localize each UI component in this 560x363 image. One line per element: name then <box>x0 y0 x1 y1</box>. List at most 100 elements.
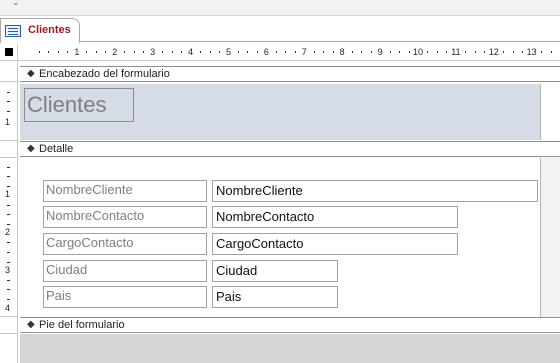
ruler-tick <box>7 252 10 253</box>
ruler-tick <box>399 51 401 53</box>
ruler-tick <box>209 51 211 53</box>
ruler-tick <box>522 51 524 53</box>
vertical-ruler[interactable]: 1 1 2 3 4 <box>0 61 18 363</box>
ruler-section-divider <box>0 316 18 317</box>
form-selector-button[interactable] <box>0 44 18 61</box>
ruler-number: 1 <box>5 189 11 199</box>
ruler-tick <box>512 51 514 53</box>
ruler-tick <box>105 51 107 53</box>
ruler-tick <box>162 51 164 53</box>
ruler-tick <box>39 51 40 53</box>
ruler-number: 12 <box>488 47 499 57</box>
ruler-tick <box>7 176 10 177</box>
ruler-number: 10 <box>412 47 424 57</box>
ruler-section-divider <box>0 140 18 141</box>
ruler-tick <box>294 51 296 53</box>
ruler-tick <box>181 51 183 53</box>
textbox-cargocontacto[interactable]: CargoContacto <box>212 233 458 255</box>
ruler-tick <box>408 51 410 53</box>
ruler-number: 6 <box>263 47 269 57</box>
ruler-tick <box>7 205 10 206</box>
ruler-tick <box>7 242 10 243</box>
ruler-number: 3 <box>150 47 156 57</box>
ruler-number: 13 <box>526 47 537 57</box>
ruler-tick <box>67 51 69 53</box>
ruler-tick <box>7 299 10 300</box>
ribbon-collapse-icon[interactable]: ⌄ <box>12 0 20 8</box>
ruler-number: 1 <box>5 117 11 127</box>
ruler-tick <box>7 224 10 225</box>
document-tab-strip: Clientes <box>0 16 560 43</box>
ruler-number: 5 <box>225 47 232 57</box>
ruler-section-divider <box>0 81 18 82</box>
label-ciudad[interactable]: Ciudad <box>43 260 207 282</box>
ruler-tick <box>7 92 10 93</box>
textbox-nombrecliente[interactable]: NombreCliente <box>212 180 538 202</box>
ruler-tick <box>48 51 50 53</box>
tab-label: Clientes <box>28 24 71 36</box>
ruler-tick <box>503 51 505 53</box>
label-nombrecontacto[interactable]: NombreContacto <box>43 206 207 228</box>
label-pais[interactable]: Pais <box>43 286 207 308</box>
ruler-tick <box>256 51 258 53</box>
ruler-number: 1 <box>74 47 80 57</box>
section-bar-detail[interactable]: ◆ Detalle <box>20 141 560 157</box>
form-title-label[interactable]: Clientes <box>24 88 134 122</box>
horizontal-ruler[interactable]: 1 2 3 4 5 6 7 8 9 10 11 12 13 <box>18 44 560 61</box>
ruler-tick <box>436 51 438 53</box>
section-bar-header[interactable]: ◆ Encabezado del formulario <box>20 66 560 82</box>
ruler-tick <box>124 51 126 53</box>
ruler-tick <box>465 51 467 53</box>
ruler-number: 11 <box>451 47 461 57</box>
ruler-tick <box>370 51 372 53</box>
ruler-tick <box>171 51 173 53</box>
ruler-section-divider <box>0 157 18 158</box>
ruler-tick <box>200 51 202 53</box>
ruler-tick <box>219 51 221 53</box>
form-icon <box>5 25 21 37</box>
ruler-tick <box>86 51 88 53</box>
ruler-tick <box>351 51 353 53</box>
ruler-tick <box>323 51 325 53</box>
ruler-tick <box>427 51 429 53</box>
ruler-tick <box>247 51 249 53</box>
ruler-tick <box>484 51 486 53</box>
ruler-number: 4 <box>5 303 11 313</box>
ruler-tick <box>332 51 334 53</box>
label-nombrecliente[interactable]: NombreCliente <box>43 180 207 202</box>
section-label-detail: Detalle <box>39 143 74 155</box>
section-arrow-icon: ◆ <box>27 68 35 79</box>
ruler-number: 4 <box>188 47 194 57</box>
ruler-tick <box>133 51 135 53</box>
form-detail-margin <box>540 158 560 317</box>
ruler-tick <box>361 51 363 53</box>
ruler-tick <box>7 214 10 215</box>
ruler-tick <box>474 51 476 53</box>
section-label-header: Encabezado del formulario <box>39 68 170 80</box>
section-label-footer: Pie del formulario <box>39 319 125 331</box>
ruler-tick <box>285 51 287 53</box>
ruler-tick <box>57 51 59 53</box>
ruler-section-divider <box>0 333 18 334</box>
ruler-tick <box>237 51 239 53</box>
ruler-tick <box>541 51 543 53</box>
textbox-pais[interactable]: Pais <box>212 286 338 308</box>
ruler-number: 9 <box>377 47 383 57</box>
tab-clientes[interactable]: Clientes <box>0 18 80 43</box>
ruler-tick <box>7 289 10 290</box>
ruler-tick <box>7 167 10 168</box>
ruler-tick <box>389 51 391 53</box>
ruler-tick <box>7 111 10 112</box>
label-cargocontacto[interactable]: CargoContacto <box>43 233 207 255</box>
section-arrow-icon: ◆ <box>27 143 35 154</box>
ruler-number: 2 <box>112 47 118 57</box>
section-bar-footer[interactable]: ◆ Pie del formulario <box>20 317 560 333</box>
ruler-tick <box>7 262 10 263</box>
ruler-tick <box>446 51 448 53</box>
ruler-number: 3 <box>5 265 11 275</box>
textbox-ciudad[interactable]: Ciudad <box>212 260 338 282</box>
textbox-nombrecontacto[interactable]: NombreContacto <box>212 206 458 228</box>
form-header-margin <box>540 84 560 140</box>
ruler-tick <box>313 51 315 53</box>
ruler-tick <box>143 51 145 53</box>
